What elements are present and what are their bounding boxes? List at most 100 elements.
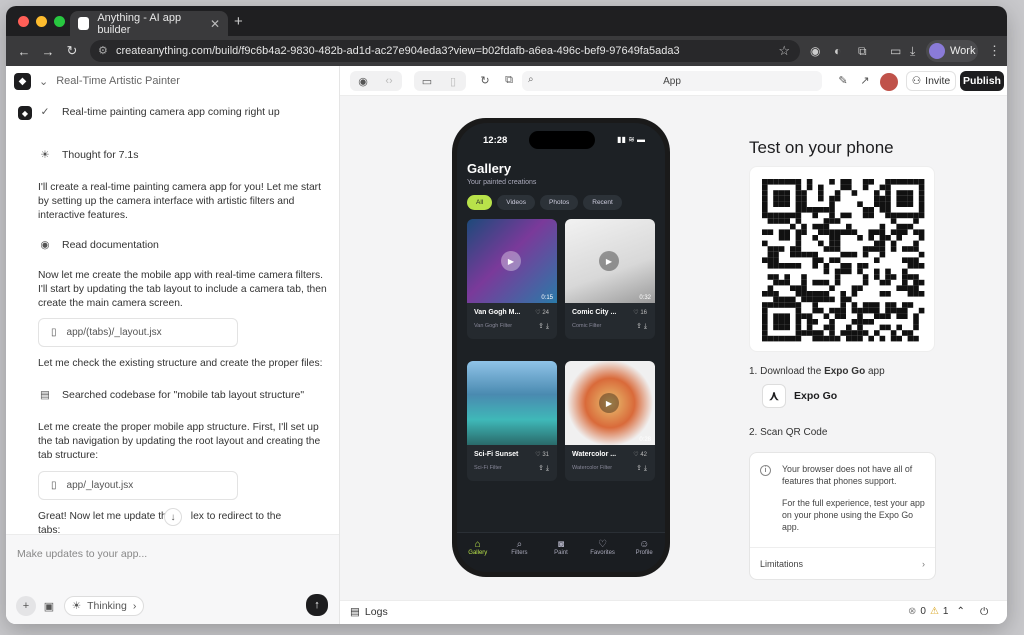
reload-icon[interactable]: ↻ <box>60 43 84 59</box>
close-tab-icon[interactable]: ✕ <box>210 17 220 31</box>
download-icon[interactable]: ⤓ <box>546 323 549 330</box>
qr-module <box>902 223 908 230</box>
publish-button[interactable]: Publish <box>960 71 1004 91</box>
qr-module <box>829 330 835 336</box>
qr-module <box>890 240 897 247</box>
tab-gallery[interactable]: ⌂ Gallery <box>462 539 494 572</box>
qr-module <box>879 229 886 235</box>
chip-videos[interactable]: Videos <box>497 195 535 210</box>
qr-module <box>913 257 919 263</box>
qr-module <box>806 313 813 319</box>
site-info-icon[interactable]: ⚙ <box>98 44 108 57</box>
desktop-icon[interactable]: ▭ <box>414 75 440 88</box>
share-icon[interactable]: ⇪ <box>636 465 642 472</box>
send-button[interactable]: ↑ <box>306 594 328 616</box>
chevron-down-icon[interactable]: ⌄ <box>39 75 48 88</box>
scroll-down-button[interactable]: ↓ <box>164 508 182 526</box>
tab-filters[interactable]: ⌕ Filters <box>503 539 535 572</box>
chip-recent[interactable]: Recent <box>583 195 622 210</box>
preview-address[interactable]: ⌕ App <box>522 71 822 91</box>
chip-photos[interactable]: Photos <box>540 195 579 210</box>
invite-button[interactable]: ⚇ Invite <box>906 71 956 91</box>
thinking-toggle[interactable]: ☀ Thinking › <box>64 596 144 616</box>
expo-go-link[interactable]: ⋏ Expo Go <box>762 384 837 408</box>
play-icon[interactable]: ▶ <box>599 251 619 271</box>
read-docs-line[interactable]: ◉ Read documentation <box>38 239 159 251</box>
download-icon[interactable]: ⤓ <box>910 44 915 59</box>
play-icon[interactable]: ▶ <box>599 393 619 413</box>
image-icon[interactable]: ▣ <box>40 596 58 616</box>
card-likes[interactable]: ♡ 16 <box>633 309 647 316</box>
eye-icon[interactable]: ◉ <box>350 75 376 88</box>
bookmark-star-icon[interactable]: ☆ <box>778 43 790 59</box>
add-attachment-button[interactable]: + <box>16 596 36 616</box>
gallery-card[interactable]: Sci-Fi Sunset ♡ 31 Sci-Fi Filter ⇪ ⤓ <box>467 361 557 481</box>
user-avatar[interactable] <box>880 73 898 91</box>
chip-all[interactable]: All <box>467 195 493 210</box>
share-icon[interactable]: ⇪ <box>636 323 642 330</box>
logs-button[interactable]: ▤ Logs <box>350 606 388 618</box>
qr-module <box>913 229 919 235</box>
qr-module <box>778 212 785 219</box>
limitations-row[interactable]: Limitations › <box>750 547 935 579</box>
qr-module <box>840 212 846 219</box>
gallery-card[interactable]: ▶ 0:15 Van Gogh M... ♡ 24 Van Gogh Filte… <box>467 219 557 339</box>
address-bar[interactable]: ⚙ createanything.com/build/f9c6b4a2-9830… <box>90 40 800 62</box>
browser-tab[interactable]: Anything - AI app builder ✕ <box>70 11 228 36</box>
tab-favorites[interactable]: ♡ Favorites <box>587 539 619 572</box>
expand-icon[interactable]: ⌃ <box>956 606 964 617</box>
qr-module <box>885 324 891 331</box>
tab-paint[interactable]: ◙ Paint <box>545 539 577 572</box>
address-text: App <box>663 75 681 87</box>
camera-extension-icon[interactable]: ◉ <box>810 44 820 58</box>
thought-line[interactable]: ☀ Thought for 7.1s <box>38 149 138 161</box>
translate-extension-icon[interactable]: ◐ <box>834 44 841 58</box>
gallery-card[interactable]: ▶ 0:28 Watercolor ... ♡ 42 Watercolor Fi… <box>565 361 655 481</box>
file-chip[interactable]: ▯ app/_layout.jsx <box>38 471 238 500</box>
forward-icon[interactable]: → <box>36 44 60 59</box>
qr-module <box>762 324 768 331</box>
download-icon[interactable]: ⤓ <box>644 465 647 472</box>
issues-indicator[interactable]: ⊗ 0 ⚠ 1 ⌃ <box>908 606 965 617</box>
message-part: Great! Now let me update th <box>38 511 167 522</box>
power-icon[interactable]: ⏻ <box>980 606 988 619</box>
qr-module <box>851 307 858 314</box>
card-likes[interactable]: ♡ 24 <box>535 309 549 316</box>
close-window-button[interactable] <box>18 16 29 27</box>
back-icon[interactable]: ← <box>12 44 36 59</box>
refresh-icon[interactable]: ↻ <box>472 74 498 87</box>
file-chip[interactable]: ▯ app/(tabs)/_layout.jsx <box>38 318 238 347</box>
qr-module <box>773 212 779 219</box>
copy-icon[interactable]: ⧉ <box>496 74 522 87</box>
qr-module <box>801 223 807 230</box>
browser-menu-icon[interactable]: ⋮ <box>988 43 1001 59</box>
code-icon[interactable]: ‹› <box>376 75 402 87</box>
maximize-window-button[interactable] <box>54 16 65 27</box>
extensions-puzzle-icon[interactable]: ⧉ <box>858 44 867 59</box>
card-likes[interactable]: ♡ 42 <box>633 451 647 458</box>
composer-input[interactable]: Make updates to your app... <box>17 548 147 560</box>
open-external-icon[interactable]: ↗ <box>852 74 878 87</box>
tab-profile[interactable]: ☺ Profile <box>628 539 660 572</box>
play-icon[interactable]: ▶ <box>501 251 521 271</box>
mobile-icon[interactable]: ▯ <box>440 75 466 88</box>
qr-module <box>790 296 796 303</box>
qr-module <box>840 296 846 303</box>
project-header[interactable]: ◆ ⌄ Real-Time Artistic Painter <box>6 66 339 96</box>
profile-button[interactable]: Work <box>926 40 978 62</box>
qr-module <box>913 274 919 280</box>
composer[interactable]: Make updates to your app... + ▣ ☀ Thinki… <box>6 534 339 624</box>
minimize-window-button[interactable] <box>36 16 47 27</box>
gallery-card[interactable]: ▶ 0:32 Comic City ... ♡ 16 Comic Filter … <box>565 219 655 339</box>
sidepanel-icon[interactable]: ▭ <box>890 44 901 58</box>
download-icon[interactable]: ⤓ <box>644 323 647 330</box>
search-line[interactable]: ▤ Searched codebase for "mobile tab layo… <box>38 389 304 401</box>
qr-module <box>907 190 914 196</box>
new-tab-button[interactable]: + <box>234 13 243 30</box>
qr-module <box>846 223 852 230</box>
share-icon[interactable]: ⇪ <box>538 465 544 472</box>
qr-module <box>818 184 824 191</box>
download-icon[interactable]: ⤓ <box>546 465 549 472</box>
share-icon[interactable]: ⇪ <box>538 323 544 330</box>
card-likes[interactable]: ♡ 31 <box>535 451 549 458</box>
